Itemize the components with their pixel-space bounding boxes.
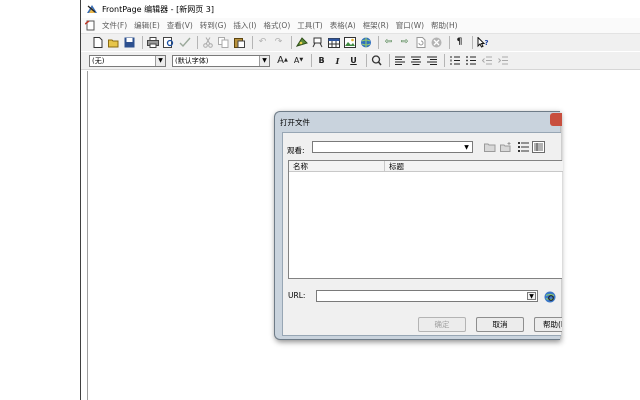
chevron-down-icon[interactable]: ▼ bbox=[462, 143, 471, 151]
bullet-list-icon[interactable] bbox=[464, 54, 477, 67]
browse-web-icon[interactable] bbox=[543, 290, 556, 303]
window-title: FrontPage 编辑器 - [新网页 3] bbox=[102, 4, 214, 14]
cut-icon[interactable] bbox=[201, 36, 214, 49]
back-icon[interactable]: ⇦ bbox=[382, 36, 395, 49]
insert-bot-icon[interactable] bbox=[311, 36, 324, 49]
svg-text:?: ? bbox=[484, 39, 488, 47]
file-list[interactable]: 名称 标题 bbox=[288, 160, 563, 279]
increase-font-size-label: A bbox=[277, 54, 284, 66]
menu-format[interactable]: 格式(O) bbox=[264, 20, 291, 31]
print-preview-icon[interactable] bbox=[162, 36, 175, 49]
menu-view[interactable]: 查看(V) bbox=[167, 20, 193, 31]
menu-frame[interactable]: 框架(R) bbox=[363, 20, 389, 31]
bold-button[interactable]: B bbox=[315, 54, 328, 67]
open-icon[interactable] bbox=[107, 36, 120, 49]
standard-toolbar: ↶ ↷ ⇦ ⇨ ¶ ? bbox=[81, 33, 640, 51]
paste-icon[interactable] bbox=[233, 36, 246, 49]
show-marks-icon[interactable]: ¶ bbox=[453, 36, 466, 49]
undo-icon[interactable]: ↶ bbox=[256, 36, 269, 49]
title-bar[interactable]: FrontPage 编辑器 - [新网页 3] bbox=[81, 0, 640, 18]
stop-icon[interactable] bbox=[430, 36, 443, 49]
chevron-down-icon[interactable]: ▼ bbox=[155, 55, 165, 66]
underline-button[interactable]: U bbox=[347, 54, 360, 67]
up-folder-icon[interactable] bbox=[483, 141, 496, 153]
toolbar-separator bbox=[197, 36, 198, 49]
menu-edit[interactable]: 编辑(E) bbox=[134, 20, 160, 31]
menu-bar: 文件(F) 编辑(E) 查看(V) 转到(G) 插入(I) 格式(O) 工具(T… bbox=[81, 18, 640, 33]
save-icon[interactable] bbox=[123, 36, 136, 49]
toolbar-separator bbox=[252, 36, 253, 49]
insert-image-icon[interactable] bbox=[343, 36, 356, 49]
increase-indent-icon[interactable] bbox=[496, 54, 509, 67]
new-icon[interactable] bbox=[91, 36, 104, 49]
italic-button[interactable]: I bbox=[331, 54, 344, 67]
toolbar-separator bbox=[389, 54, 390, 67]
forward-icon[interactable]: ⇨ bbox=[398, 36, 411, 49]
menu-help[interactable]: 帮助(H) bbox=[431, 20, 458, 31]
frontpage-app-icon[interactable] bbox=[86, 3, 98, 15]
align-right-icon[interactable] bbox=[425, 54, 438, 67]
print-icon[interactable] bbox=[146, 36, 159, 49]
menu-tools[interactable]: 工具(T) bbox=[297, 20, 322, 31]
decrease-font-size-button[interactable]: A ▼ bbox=[292, 54, 305, 67]
menu-table[interactable]: 表格(A) bbox=[330, 20, 356, 31]
chevron-down-icon[interactable]: ▼ bbox=[259, 55, 269, 66]
help-cursor-icon[interactable]: ? bbox=[476, 36, 489, 49]
help-button[interactable]: 帮助(H) bbox=[534, 317, 562, 332]
menu-insert[interactable]: 插入(I) bbox=[233, 20, 256, 31]
menu-window[interactable]: 窗口(W) bbox=[396, 20, 424, 31]
new-folder-icon[interactable] bbox=[499, 141, 512, 153]
chevron-down-icon[interactable]: ▼ bbox=[527, 292, 536, 300]
refresh-icon[interactable] bbox=[414, 36, 427, 49]
close-icon[interactable] bbox=[550, 113, 562, 126]
insert-table-icon[interactable] bbox=[327, 36, 340, 49]
insert-link-icon[interactable] bbox=[359, 36, 372, 49]
column-header-title[interactable]: 标题 bbox=[385, 161, 563, 172]
redo-icon[interactable]: ↷ bbox=[272, 36, 285, 49]
toolbar-separator bbox=[366, 54, 367, 67]
open-file-dialog: 打开文件 观看: ▼ 名称 标题 URL: ▼ 确定 取消 帮助(H) bbox=[274, 111, 563, 340]
dialog-title: 打开文件 bbox=[280, 118, 310, 127]
url-label: URL: bbox=[288, 291, 306, 300]
toolbar-separator bbox=[311, 54, 312, 67]
cancel-button[interactable]: 取消 bbox=[476, 317, 524, 332]
dialog-body: 观看: ▼ 名称 标题 URL: ▼ 确定 取消 帮助(H) bbox=[282, 132, 563, 336]
toolbar-separator bbox=[449, 36, 450, 49]
document-icon[interactable] bbox=[84, 20, 96, 31]
list-view-icon[interactable] bbox=[517, 141, 530, 153]
toolbar-separator bbox=[472, 36, 473, 49]
align-center-icon[interactable] bbox=[409, 54, 422, 67]
style-combo[interactable]: (无) ▼ bbox=[89, 54, 166, 67]
numbered-list-icon[interactable] bbox=[448, 54, 461, 67]
look-in-combo[interactable]: ▼ bbox=[312, 141, 473, 153]
text-color-icon[interactable] bbox=[370, 54, 383, 67]
font-combo[interactable]: (默认字体) ▼ bbox=[172, 54, 270, 67]
decrease-indent-icon[interactable] bbox=[480, 54, 493, 67]
details-view-icon[interactable] bbox=[532, 141, 545, 153]
toolbar-separator bbox=[142, 36, 143, 49]
ok-button[interactable]: 确定 bbox=[418, 317, 466, 332]
column-header-name[interactable]: 名称 bbox=[289, 161, 385, 172]
toolbar-separator bbox=[378, 36, 379, 49]
increase-font-size-button[interactable]: A ▲ bbox=[276, 54, 289, 67]
style-combo-value: (无) bbox=[92, 56, 105, 65]
copy-icon[interactable] bbox=[217, 36, 230, 49]
format-toolbar: (无) ▼ (默认字体) ▼ A ▲ A ▼ B I U bbox=[81, 52, 640, 70]
menu-goto[interactable]: 转到(G) bbox=[200, 20, 227, 31]
toolbar-separator bbox=[444, 54, 445, 67]
font-combo-value: (默认字体) bbox=[175, 56, 209, 65]
align-left-icon[interactable] bbox=[393, 54, 406, 67]
spell-check-icon[interactable] bbox=[178, 36, 191, 49]
webbot-icon[interactable] bbox=[295, 36, 308, 49]
toolbar-separator bbox=[291, 36, 292, 49]
url-input[interactable]: ▼ bbox=[316, 290, 538, 302]
look-in-label: 观看: bbox=[287, 146, 305, 155]
menu-file[interactable]: 文件(F) bbox=[102, 20, 127, 31]
